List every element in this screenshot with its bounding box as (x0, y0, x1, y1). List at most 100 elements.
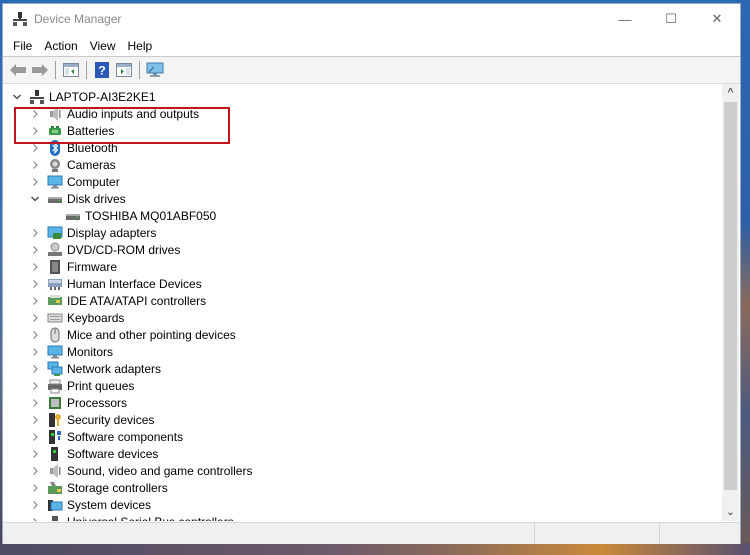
chevron-right-icon[interactable] (29, 295, 41, 307)
chevron-right-icon[interactable] (29, 482, 41, 494)
tree-item-label: Human Interface Devices (67, 276, 202, 291)
tree-category-item[interactable]: System devices (29, 496, 151, 513)
back-button[interactable] (7, 59, 29, 81)
chevron-right-icon[interactable] (29, 227, 41, 239)
monitor-icon (47, 344, 63, 360)
disk-drive-icon (65, 208, 81, 224)
chevron-right-icon[interactable] (29, 448, 41, 460)
tree-item-label: Computer (67, 174, 120, 189)
ide-controller-icon (47, 293, 63, 309)
tree-category-item[interactable]: Human Interface Devices (29, 275, 202, 292)
close-icon: ✕ (711, 11, 723, 26)
chevron-right-icon[interactable] (29, 465, 41, 477)
forward-button[interactable] (29, 59, 51, 81)
vertical-scrollbar[interactable]: ^ ⌄ (722, 84, 739, 521)
tree-category-item[interactable]: Universal Serial Bus controllers (29, 513, 234, 521)
security-key-icon (47, 412, 63, 428)
desktop-background-bottom (0, 543, 750, 555)
tree-category-item[interactable]: DVD/CD-ROM drives (29, 241, 180, 258)
chevron-right-icon[interactable] (29, 244, 41, 256)
tree-category-item[interactable]: Security devices (29, 411, 154, 428)
chevron-right-icon[interactable] (29, 159, 41, 171)
tree-category-item[interactable]: Network adapters (29, 360, 161, 377)
scroll-down-arrow-icon[interactable]: ⌄ (722, 504, 739, 521)
chevron-right-icon[interactable] (29, 431, 41, 443)
tree-item-label: Storage controllers (67, 480, 168, 495)
title-bar: Device Manager — ☐ ✕ (3, 4, 740, 34)
chevron-right-icon[interactable] (29, 380, 41, 392)
tree-item-label: Software components (67, 429, 184, 444)
menu-view[interactable]: View (88, 39, 123, 53)
tree-category-item[interactable]: IDE ATA/ATAPI controllers (29, 292, 206, 309)
chevron-right-icon[interactable] (29, 176, 41, 188)
dvd-drive-icon (47, 242, 63, 258)
maximize-button[interactable]: ☐ (648, 4, 694, 34)
menu-file[interactable]: File (11, 39, 39, 53)
tree-item-label: Sound, video and game controllers (67, 463, 253, 478)
tree-item-label: TOSHIBA MQ01ABF050 (85, 208, 217, 223)
tree-root-computer[interactable]: LAPTOP-AI3E2KE1 (11, 88, 156, 105)
tree-device-item[interactable]: TOSHIBA MQ01ABF050 (47, 207, 216, 224)
chevron-right-icon[interactable] (29, 346, 41, 358)
chevron-right-icon[interactable] (29, 363, 41, 375)
tree-item-label: Print queues (67, 378, 135, 393)
menu-help[interactable]: Help (126, 39, 160, 53)
chevron-right-icon[interactable] (29, 312, 41, 324)
tree-category-item[interactable]: Processors (29, 394, 127, 411)
software-component-icon (47, 429, 63, 445)
device-tree: LAPTOP-AI3E2KE1 Audio inputs and outputs B… (3, 84, 722, 521)
tree-category-item[interactable]: Display adapters (29, 224, 156, 241)
speaker-icon (47, 463, 63, 479)
show-hide-console-tree-button[interactable] (60, 59, 82, 81)
usb-icon (47, 514, 63, 521)
tree-category-item[interactable]: Computer (29, 173, 120, 190)
tree-item-label: Software devices (67, 446, 159, 461)
tree-category-item[interactable]: Software devices (29, 445, 158, 462)
chevron-right-icon[interactable] (29, 261, 41, 273)
monitor-scan-icon (146, 62, 164, 77)
device-manager-app-icon (12, 11, 28, 27)
scrollbar-thumb[interactable] (724, 102, 737, 490)
tree-category-item[interactable]: Sound, video and game controllers (29, 462, 252, 479)
tree-category-item[interactable]: Keyboards (29, 309, 124, 326)
tree-category-item[interactable]: Monitors (29, 343, 113, 360)
tree-category-item[interactable]: Print queues (29, 377, 134, 394)
minimize-button[interactable]: — (602, 4, 648, 34)
system-devices-icon (47, 497, 63, 513)
back-arrow-icon (10, 64, 26, 76)
tree-category-item[interactable]: Disk drives (29, 190, 126, 207)
tree-category-item[interactable]: Mice and other pointing devices (29, 326, 236, 343)
chevron-right-icon[interactable] (29, 414, 41, 426)
tree-item-label: DVD/CD-ROM drives (67, 242, 181, 257)
chevron-right-icon[interactable] (29, 397, 41, 409)
status-panel (535, 523, 660, 544)
window-title: Device Manager (34, 12, 122, 26)
help-button[interactable]: ? (91, 59, 113, 81)
tree-category-item[interactable]: Firmware (29, 258, 117, 275)
close-button[interactable]: ✕ (694, 4, 740, 34)
printer-icon (47, 378, 63, 394)
chevron-down-icon[interactable] (11, 91, 23, 103)
tree-category-item[interactable]: Software components (29, 428, 183, 445)
scan-hardware-button[interactable] (144, 59, 166, 81)
chevron-right-icon[interactable] (29, 516, 41, 521)
menu-action[interactable]: Action (42, 39, 84, 53)
show-hide-action-pane-button[interactable] (113, 59, 135, 81)
chevron-right-icon[interactable] (29, 329, 41, 341)
tree-category-item[interactable]: Cameras (29, 156, 116, 173)
scroll-up-arrow-icon[interactable]: ^ (722, 84, 739, 101)
status-panel (3, 523, 535, 544)
tree-item-label: Universal Serial Bus controllers (67, 515, 234, 522)
highlight-annotation-box (14, 107, 230, 144)
tree-item-label: Cameras (67, 157, 116, 172)
display-adapter-icon (47, 225, 63, 241)
tree-category-item[interactable]: Storage controllers (29, 479, 168, 496)
maximize-icon: ☐ (665, 11, 677, 26)
chevron-right-icon[interactable] (29, 499, 41, 511)
menu-bar: File Action View Help (3, 35, 740, 57)
chevron-right-icon[interactable] (29, 278, 41, 290)
minimize-icon: — (618, 11, 632, 27)
toolbar-separator (55, 61, 56, 79)
chevron-down-icon[interactable] (29, 193, 41, 205)
